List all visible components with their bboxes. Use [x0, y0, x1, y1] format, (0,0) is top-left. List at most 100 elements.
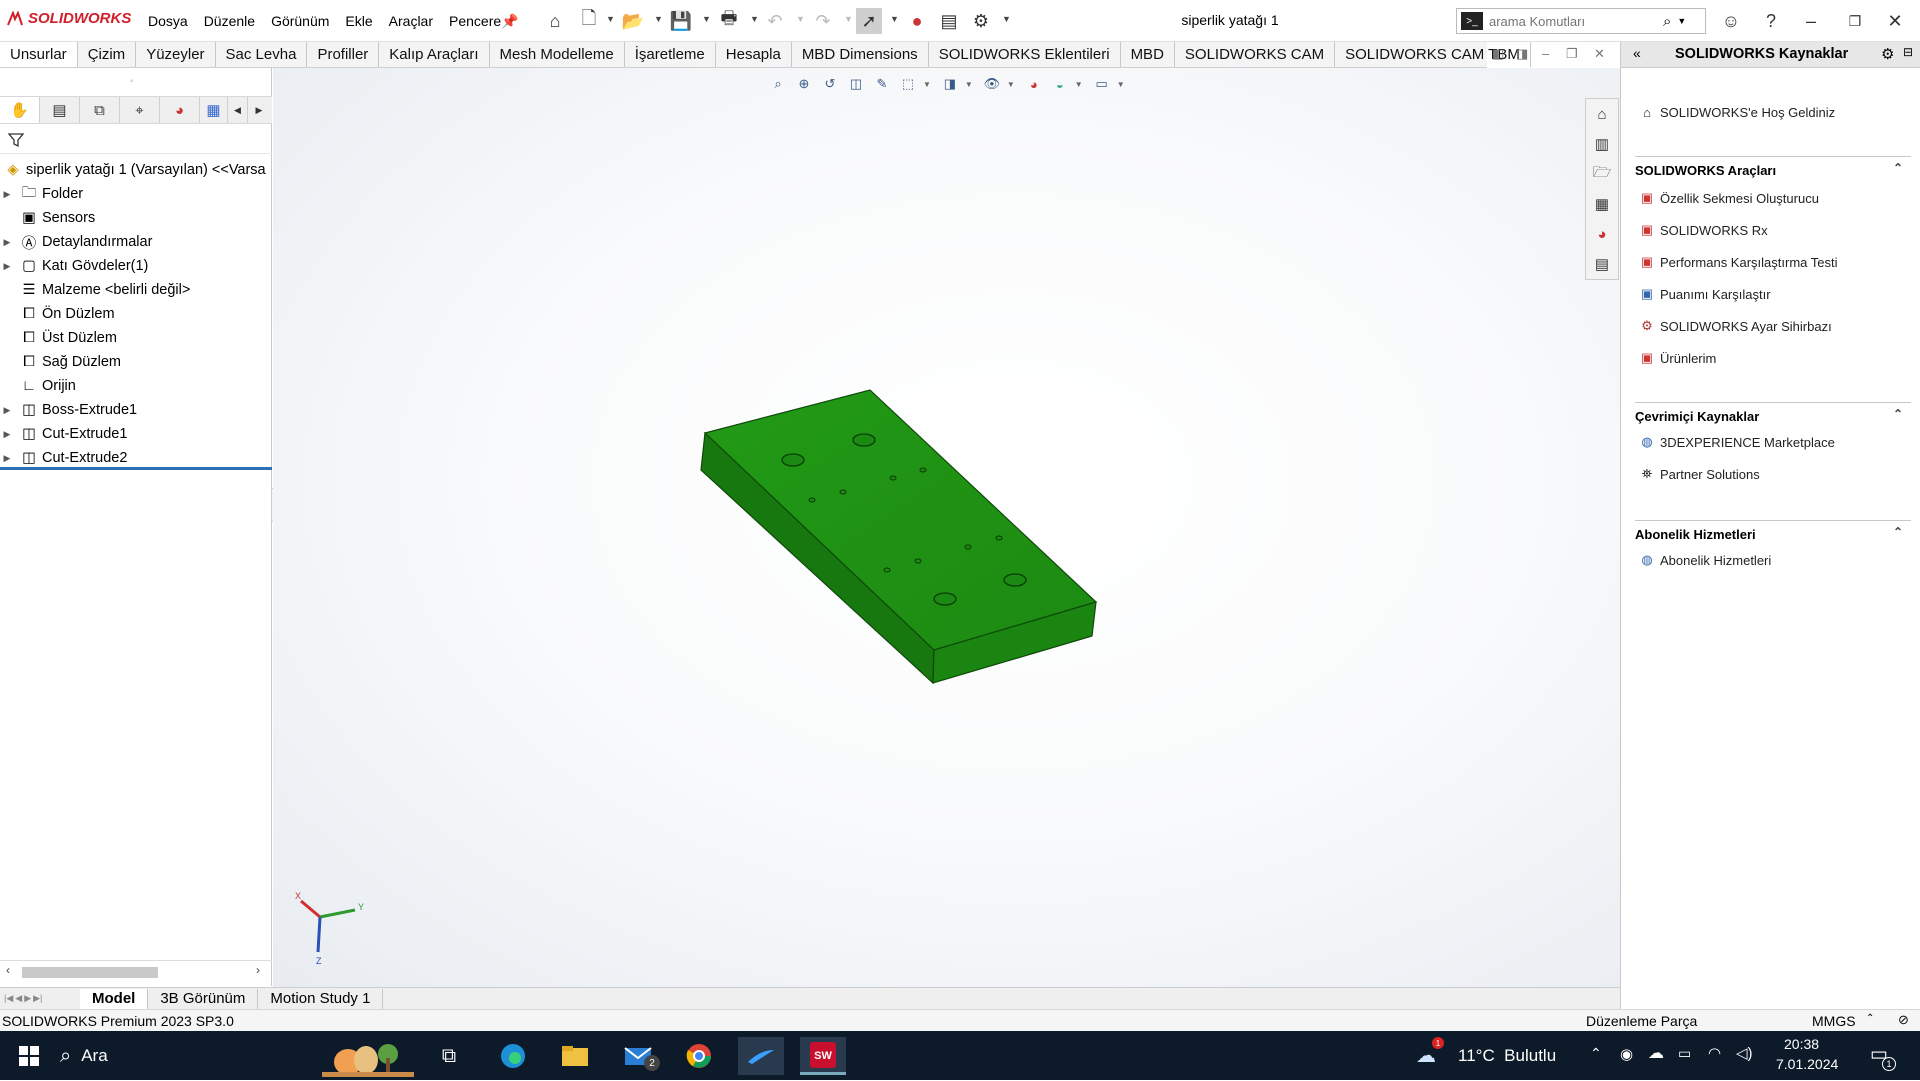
battery-icon[interactable]: ▭ — [1678, 1045, 1691, 1062]
tools-section-header[interactable]: SOLIDWORKS Araçları ⌃ — [1635, 156, 1911, 178]
restore-icon[interactable]: ❐ — [1840, 6, 1870, 36]
tab-mesh-modelleme[interactable]: Mesh Modelleme — [490, 42, 625, 67]
help-icon[interactable]: ? — [1756, 6, 1786, 36]
collapse-chevron-icon[interactable]: ⌃ — [1893, 407, 1903, 421]
solidworks-logo[interactable]: SOLIDWORKS — [6, 10, 131, 27]
design-library-icon[interactable]: ▥ — [1586, 129, 1618, 159]
wifi-icon[interactable]: ◠ — [1708, 1044, 1721, 1062]
small-hole[interactable] — [808, 497, 816, 503]
mounting-hole[interactable] — [933, 592, 957, 606]
save-icon[interactable]: 💾 — [668, 8, 694, 34]
options-dropdown-chevron-icon[interactable]: ▼ — [1002, 14, 1011, 24]
app-swoosh-icon[interactable] — [738, 1037, 784, 1075]
filter-icon[interactable] — [8, 132, 24, 148]
menu-dosya[interactable]: Dosya — [140, 13, 196, 29]
undo-icon[interactable]: ↶ — [762, 8, 788, 34]
resources-home-icon[interactable]: ⌂ — [1586, 99, 1618, 129]
search-icon[interactable]: ⌕ — [1663, 13, 1671, 30]
task-view-icon[interactable]: ⧉ — [426, 1037, 472, 1075]
feature-tree-tab-icon[interactable]: ✋ — [0, 97, 40, 123]
collapse-left-icon[interactable]: ◧ — [1492, 46, 1504, 62]
units-chevron-icon[interactable]: ⌃ — [1866, 1013, 1874, 1024]
save-dropdown-chevron-icon[interactable]: ▼ — [702, 14, 711, 24]
volume-icon[interactable]: ◁) — [1736, 1044, 1753, 1062]
new-dropdown-chevron-icon[interactable]: ▼ — [606, 14, 615, 24]
doc-close-icon[interactable]: ✕ — [1594, 46, 1605, 62]
mail-icon[interactable]: 2 — [616, 1037, 662, 1075]
pin-pane-icon[interactable]: ⊟ — [1903, 45, 1913, 59]
collapse-chevron-icon[interactable]: ⌃ — [1893, 525, 1903, 539]
tabs-scroll-right-icon[interactable]: ▶ — [248, 97, 270, 123]
online-section-header[interactable]: Çevrimiçi Kaynaklar ⌃ — [1635, 402, 1911, 424]
tree-item-front-plane[interactable]: ⧠ Ön Düzlem — [0, 302, 272, 326]
menu-gorunum[interactable]: Görünüm — [263, 13, 337, 29]
minimize-icon[interactable]: – — [1796, 6, 1826, 36]
tab-kalip-araclari[interactable]: Kalıp Araçları — [379, 42, 490, 67]
tab-mbd-dimensions[interactable]: MBD Dimensions — [792, 42, 929, 67]
tab-yuzeyler[interactable]: Yüzeyler — [136, 42, 216, 67]
part-model[interactable]: X Y Z — [273, 68, 1620, 987]
units-selector[interactable]: MMGS — [1812, 1013, 1856, 1029]
expand-chevron-icon[interactable]: ▶ — [0, 189, 14, 200]
display-manager-tab-icon[interactable]: ◕ — [160, 97, 200, 123]
tree-item-annotations[interactable]: ▶ Ⓐ Detaylandırmalar — [0, 230, 272, 254]
horizontal-scrollbar[interactable]: ‹ › — [0, 960, 272, 982]
tool-solidworks-rx[interactable]: ▣ SOLIDWORKS Rx — [1637, 220, 1768, 240]
tab-solidworks-cam[interactable]: SOLIDWORKS CAM — [1175, 42, 1336, 67]
tree-root[interactable]: ◈ siperlik yatağı 1 (Varsayılan) <<Varsa — [0, 158, 272, 182]
online-3dexperience-marketplace[interactable]: ◍ 3DEXPERIENCE Marketplace — [1637, 432, 1835, 452]
tool-performance-benchmark[interactable]: ▣ Performans Karşılaştırma Testi — [1637, 252, 1838, 272]
doc-minimize-icon[interactable]: – — [1542, 46, 1549, 61]
configuration-manager-tab-icon[interactable]: ⧉ — [80, 97, 120, 123]
dimxpert-tab-icon[interactable]: ⌖ — [120, 97, 160, 123]
small-hole[interactable] — [964, 544, 972, 550]
small-hole[interactable] — [883, 567, 891, 573]
expand-chevron-icon[interactable]: ▶ — [0, 429, 14, 440]
mounting-hole[interactable] — [781, 453, 805, 467]
open-dropdown-chevron-icon[interactable]: ▼ — [654, 14, 663, 24]
print-icon[interactable]: 🖶 — [716, 8, 742, 34]
tree-item-material[interactable]: ☰ Malzeme <belirli değil> — [0, 278, 272, 302]
new-document-icon[interactable]: 🗋 — [576, 8, 602, 34]
collapse-chevron-icon[interactable]: ⌃ — [1893, 161, 1903, 175]
tab-motion-study[interactable]: Motion Study 1 — [258, 988, 384, 1009]
rollback-bar[interactable] — [0, 467, 272, 470]
pin-icon[interactable]: 📌 — [497, 8, 523, 34]
close-icon[interactable]: ✕ — [1880, 6, 1910, 36]
file-explorer-icon[interactable]: 🗁 — [1586, 159, 1618, 189]
online-partner-solutions[interactable]: ⛯ Partner Solutions — [1637, 464, 1760, 484]
custom-properties-icon[interactable]: ▤ — [1586, 249, 1618, 279]
scroll-left-icon[interactable]: ‹ — [6, 963, 10, 977]
file-explorer-icon[interactable] — [552, 1037, 598, 1075]
view-palette-icon[interactable]: ▦ — [1586, 189, 1618, 219]
tab-isaretleme[interactable]: İşaretleme — [625, 42, 716, 67]
user-account-icon[interactable]: ☺ — [1716, 6, 1746, 36]
subscription-services-link[interactable]: ◍ Abonelik Hizmetleri — [1637, 550, 1771, 570]
select-dropdown-chevron-icon[interactable]: ▼ — [890, 14, 899, 24]
open-icon[interactable]: 📂 — [620, 8, 646, 34]
print-dropdown-chevron-icon[interactable]: ▼ — [750, 14, 759, 24]
expand-chevron-icon[interactable]: ▶ — [0, 405, 14, 416]
solidworks-taskbar-icon[interactable]: SW — [800, 1037, 846, 1075]
tab-unsurlar[interactable]: Unsurlar — [0, 42, 78, 67]
prev-tab-icon[interactable]: ◀ — [15, 993, 22, 1004]
undo-dropdown-chevron-icon[interactable]: ▼ — [796, 14, 805, 24]
small-hole[interactable] — [889, 475, 897, 481]
tree-item-right-plane[interactable]: ⧠ Sağ Düzlem — [0, 350, 272, 374]
property-manager-tab-icon[interactable]: ▤ — [40, 97, 80, 123]
menu-ekle[interactable]: Ekle — [337, 13, 380, 29]
tabs-scroll-left-icon[interactable]: ◀ — [228, 97, 248, 123]
expand-chevron-icon[interactable]: ▶ — [0, 237, 14, 248]
clock-time[interactable]: 20:38 — [1784, 1036, 1819, 1052]
tree-item-sensors[interactable]: ▣ Sensors — [0, 206, 272, 230]
collapse-right-icon[interactable]: ◨ — [1516, 46, 1528, 62]
weather-text[interactable]: 11°C Bulutlu — [1458, 1046, 1556, 1066]
show-hidden-icons-chevron-icon[interactable]: ⌃ — [1590, 1045, 1602, 1062]
scrollbar-thumb[interactable] — [22, 967, 158, 978]
webcam-icon[interactable]: ◉ — [1620, 1045, 1633, 1063]
chrome-browser-icon[interactable] — [676, 1037, 722, 1075]
tab-profiller[interactable]: Profiller — [307, 42, 380, 67]
small-hole[interactable] — [839, 489, 847, 495]
search-dropdown-chevron-icon[interactable]: ▼ — [1677, 16, 1686, 26]
options-gear-icon[interactable]: ⚙ — [968, 8, 994, 34]
